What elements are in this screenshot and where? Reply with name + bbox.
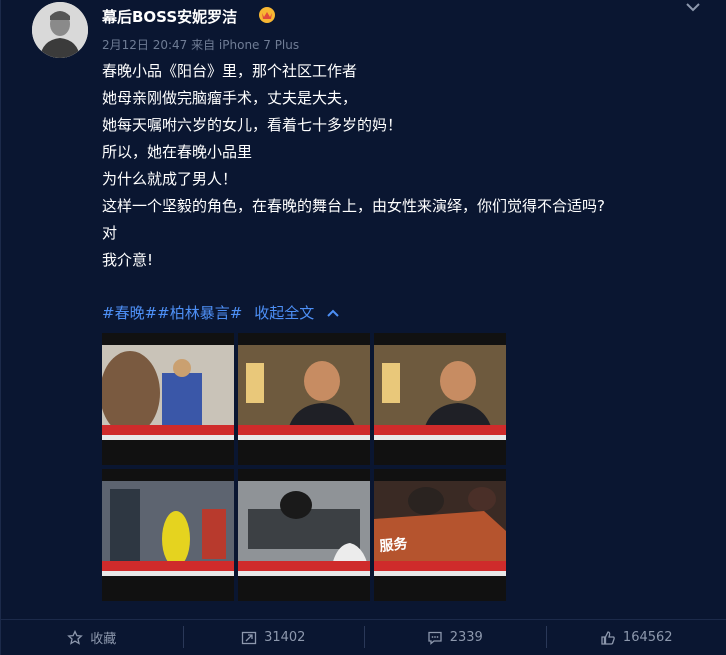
tag-row: #春晚# #柏林暴言# 收起全文 [102,302,340,323]
post-line: 所以，她在春晚小品里 [102,143,253,161]
favorite-button[interactable]: 收藏 [1,620,183,655]
like-button[interactable]: 164562 [545,620,726,655]
chevron-down-icon[interactable] [684,0,702,14]
avatar[interactable] [32,2,88,58]
post-line: 对 [102,224,118,242]
repost-icon [241,631,257,644]
post-image[interactable] [102,469,234,601]
image-grid: 服务 [102,333,506,601]
post-image[interactable]: 服务 [374,469,506,601]
svg-text:服务: 服务 [379,535,410,555]
post-image[interactable] [102,333,234,465]
like-icon [601,630,615,645]
collapse-text-link[interactable]: 收起全文 [254,302,314,323]
comment-count: 2339 [449,630,483,645]
comment-icon [428,631,442,645]
post-content: 春晚小品《阳台》里，那个社区工作者 她母亲刚做完脑瘤手术，丈夫是大夫， 她每天嘱… [102,58,702,274]
action-bar: 收藏 31402 2339 164562 [1,619,726,655]
post-image[interactable] [238,333,370,465]
post-line: 这样一个坚毅的角色，在春晚的舞台上，由女性来演绎，你们觉得不合适吗? [102,197,605,215]
star-icon [67,629,84,645]
favorite-label: 收藏 [90,632,117,647]
hashtag-bolin[interactable]: #柏林暴言# [157,302,242,323]
post-line: 她母亲刚做完脑瘤手术，丈夫是大夫， [102,89,358,107]
like-count: 164562 [622,630,673,645]
comment-button[interactable]: 2339 [364,620,546,655]
post-image[interactable] [238,469,370,601]
repost-count: 31402 [264,630,306,645]
weibo-post-card: 幕后BOSS安妮罗洁 2月12日 20:47 来自 iPhone 7 Plus … [0,0,726,655]
chevron-up-icon[interactable] [326,308,340,318]
post-line: 她每天嘱咐六岁的女儿，看着七十多岁的妈！ [102,116,403,134]
post-line: 春晚小品《阳台》里，那个社区工作者 [102,62,358,80]
post-image[interactable] [374,333,506,465]
username[interactable]: 幕后BOSS安妮罗洁 [102,6,237,27]
hashtag-chunwan[interactable]: #春晚# [102,302,157,323]
post-meta: 2月12日 20:47 来自 iPhone 7 Plus [102,38,300,52]
repost-button[interactable]: 31402 [182,620,365,655]
vip-badge-icon [258,6,276,24]
post-line: 我介意! [102,251,154,269]
post-line: 为什么就成了男人！ [102,170,238,188]
